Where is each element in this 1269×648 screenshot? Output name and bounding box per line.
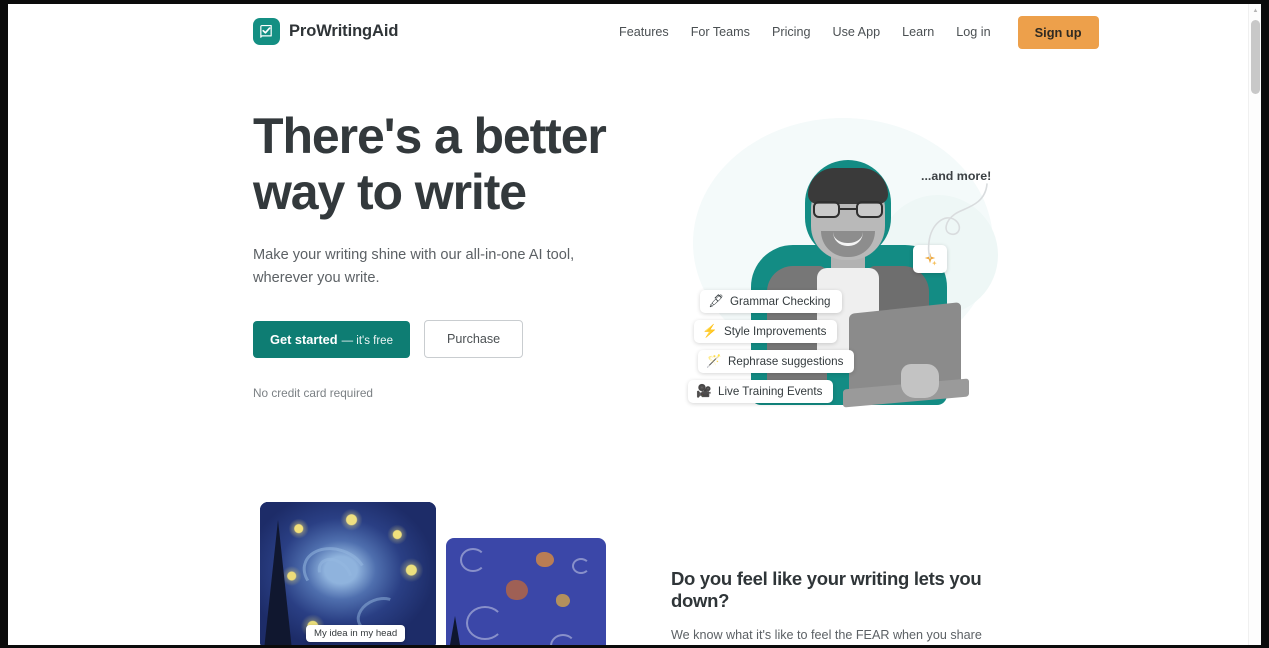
crude-spiral xyxy=(550,634,576,645)
chip-style-improvements: ⚡ Style Improvements xyxy=(694,320,838,343)
crude-star-blob xyxy=(556,594,570,607)
nav-item-use-app[interactable]: Use App xyxy=(821,19,891,45)
idea-comparison-artwork: My idea in my head xyxy=(260,502,606,645)
chip-label: Live Training Events xyxy=(718,385,823,398)
scroll-up-arrow-icon[interactable]: ▲ xyxy=(1249,4,1261,17)
prowritingaid-logo-icon xyxy=(253,18,280,45)
hero-cta-group: Get started — it's free Purchase xyxy=(253,320,633,358)
person-hair xyxy=(808,168,888,204)
chip-label: Style Improvements xyxy=(724,325,827,338)
primary-navigation: Features For Teams Pricing Use App Learn… xyxy=(608,4,1099,60)
person-hand xyxy=(901,364,939,398)
chip-label: Grammar Checking xyxy=(730,295,831,308)
glasses-bridge xyxy=(840,208,856,211)
nav-item-for-teams[interactable]: For Teams xyxy=(680,19,761,45)
purchase-button[interactable]: Purchase xyxy=(423,320,524,358)
section2-body: We know what it's like to feel the FEAR … xyxy=(671,628,982,642)
writing-lets-you-down-section: My idea in my head Do you feel like your… xyxy=(8,490,1256,645)
nav-item-learn[interactable]: Learn xyxy=(891,19,945,45)
hero-title: There's a better way to write xyxy=(253,108,633,220)
vertical-scrollbar[interactable]: ▲ xyxy=(1248,4,1261,645)
crude-spiral xyxy=(466,606,504,640)
starry-night-image: My idea in my head xyxy=(260,502,436,645)
browser-frame: ProWritingAid Features For Teams Pricing… xyxy=(0,0,1269,648)
pointer-curve-icon xyxy=(927,183,988,259)
quill-pen-icon: 🖋 xyxy=(708,294,724,309)
nav-item-pricing[interactable]: Pricing xyxy=(761,19,822,45)
crude-cypress-shape xyxy=(446,616,464,645)
glasses-lens-right xyxy=(856,201,883,218)
section2-title: Do you feel like your writing lets you d… xyxy=(671,568,982,611)
page-viewport: ProWritingAid Features For Teams Pricing… xyxy=(8,4,1261,645)
get-started-label: Get started xyxy=(270,331,338,347)
lightning-bolt-icon: ⚡ xyxy=(702,324,718,339)
brand-name: ProWritingAid xyxy=(289,22,399,40)
get-started-free-suffix: — it's free xyxy=(341,334,393,347)
get-started-button[interactable]: Get started — it's free xyxy=(253,320,410,358)
idea-on-paper-image xyxy=(446,538,606,645)
glasses-lens-left xyxy=(813,201,840,218)
hero-title-line-2: way to write xyxy=(253,164,527,220)
scrollbar-thumb[interactable] xyxy=(1251,20,1260,94)
sign-up-button[interactable]: Sign up xyxy=(1017,15,1099,49)
brand-logo-link[interactable]: ProWritingAid xyxy=(253,18,398,45)
chip-live-training-events: 🎥 Live Training Events xyxy=(688,380,834,403)
crude-spiral xyxy=(572,558,590,574)
idea-in-my-head-caption: My idea in my head xyxy=(306,625,406,642)
hero-section: There's a better way to write Make your … xyxy=(8,60,1256,490)
starry-cypress-tree xyxy=(264,520,292,645)
chip-grammar-checking: 🖋 Grammar Checking xyxy=(700,290,842,313)
chip-label: Rephrase suggestions xyxy=(728,355,844,368)
chip-rephrase-suggestions: 🪄 Rephrase suggestions xyxy=(698,350,855,373)
hero-subtitle: Make your writing shine with our all-in-… xyxy=(253,247,575,286)
crude-star-blob xyxy=(536,552,554,567)
hero-title-line-1: There's a better xyxy=(253,108,607,164)
crude-star-blob xyxy=(506,580,528,600)
no-credit-card-note: No credit card required xyxy=(253,386,373,400)
feature-chip-list: 🖋 Grammar Checking ⚡ Style Improvements … xyxy=(688,290,855,403)
section2-copy: Do you feel like your writing lets you d… xyxy=(671,568,1021,645)
site-header: ProWritingAid Features For Teams Pricing… xyxy=(8,4,1256,60)
page-content: ProWritingAid Features For Teams Pricing… xyxy=(8,4,1256,645)
nav-item-log-in[interactable]: Log in xyxy=(945,19,1001,45)
magic-wand-icon: 🪄 xyxy=(706,354,722,369)
nav-item-features[interactable]: Features xyxy=(608,19,680,45)
glasses-icon xyxy=(813,201,883,218)
hero-copy: There's a better way to write Make your … xyxy=(253,108,633,400)
hero-illustration: ...and more! 🖋 Grammar Checking ⚡ Style … xyxy=(673,100,1023,430)
crude-spiral xyxy=(460,548,486,572)
video-camera-icon: 🎥 xyxy=(696,384,712,399)
